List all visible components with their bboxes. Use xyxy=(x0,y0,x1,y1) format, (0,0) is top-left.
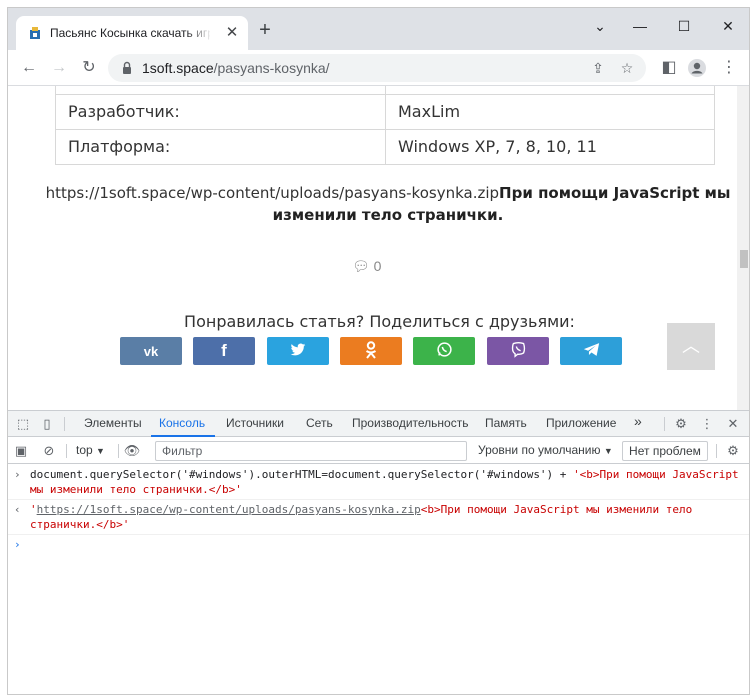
share-title: Понравилась статья? Поделиться с друзьям… xyxy=(184,312,575,331)
forward-arrow-icon[interactable]: → xyxy=(48,57,70,79)
share-twitter-button[interactable] xyxy=(267,337,329,365)
gear-icon[interactable]: ⚙ xyxy=(672,415,690,433)
page-viewport: Разработчик: MaxLim Платформа: Windows X… xyxy=(8,86,749,410)
browser-toolbar: ← → ↻ 1soft.space/pasyans-kosynka/ ⇪ ☆ ◧… xyxy=(8,50,749,86)
whatsapp-icon xyxy=(436,341,453,361)
console-output[interactable]: › document.querySelector('#windows').out… xyxy=(8,465,749,555)
inspect-element-icon[interactable]: ⬚ xyxy=(14,415,32,433)
new-tab-button[interactable]: + xyxy=(256,20,274,40)
issues-button[interactable]: Нет проблем xyxy=(622,441,708,461)
share-vk-button[interactable]: vk xyxy=(120,337,182,365)
close-tab-icon[interactable]: ✕ xyxy=(224,25,240,41)
devtools-menu-icon[interactable]: ⋮ xyxy=(698,415,716,433)
comments-count[interactable]: 💬︎ 0 xyxy=(352,258,381,275)
devtools-panel: ⬚ ▯ Элементы Консоль Источники Сеть Прои… xyxy=(8,410,749,694)
browser-tab[interactable]: Пасьянс Косынка скачать игру ✕ xyxy=(16,16,248,50)
side-panel-icon[interactable]: ◧ xyxy=(658,57,680,79)
table-row: Платформа: Windows XP, 7, 8, 10, 11 xyxy=(55,128,715,165)
telegram-icon xyxy=(583,342,600,360)
url-text: 1soft.space/pasyans-kosynka/ xyxy=(142,60,330,76)
bookmark-star-icon[interactable]: ☆ xyxy=(617,58,637,78)
tab-elements[interactable]: Элементы xyxy=(84,416,142,430)
table-row: Разработчик: MaxLim xyxy=(55,93,715,130)
console-result-link[interactable]: https://1soft.space/wp-content/uploads/p… xyxy=(37,503,421,516)
tab-application[interactable]: Приложение xyxy=(546,416,616,430)
profile-avatar-icon[interactable] xyxy=(686,57,708,79)
vk-icon: vk xyxy=(143,343,159,359)
download-link-paragraph: https://1soft.space/wp-content/uploads/p… xyxy=(38,182,738,226)
browser-menu-icon[interactable]: ⋮ xyxy=(718,57,740,79)
eye-icon[interactable]: 👁︎ xyxy=(123,442,141,460)
sidebar-toggle-icon[interactable]: ▣ xyxy=(12,442,30,460)
log-levels-dropdown[interactable]: Уровни по умолчанию ▼ xyxy=(478,443,613,457)
address-bar[interactable]: 1soft.space/pasyans-kosynka/ ⇪ ☆ xyxy=(108,54,646,82)
viber-icon xyxy=(510,341,527,361)
console-prompt[interactable]: › xyxy=(8,535,749,555)
table-cell-value: MaxLim xyxy=(385,93,715,130)
devtools-tab-bar: ⬚ ▯ Элементы Консоль Источники Сеть Прои… xyxy=(8,411,749,437)
more-tabs-button[interactable]: » xyxy=(634,413,642,429)
chevron-left-icon: ‹ xyxy=(14,503,21,516)
tab-memory[interactable]: Память xyxy=(485,416,527,430)
active-tab-indicator xyxy=(151,435,215,437)
table-cell-value: Windows XP, 7, 8, 10, 11 xyxy=(385,128,715,165)
share-telegram-button[interactable] xyxy=(560,337,622,365)
scroll-to-top-button[interactable]: ︿ xyxy=(667,323,715,370)
page-scrollbar[interactable] xyxy=(737,86,749,410)
minimize-button[interactable]: — xyxy=(625,14,655,38)
chevron-right-icon: › xyxy=(14,468,21,481)
twitter-icon xyxy=(290,343,306,360)
console-input-line: › document.querySelector('#windows').out… xyxy=(8,465,749,500)
tab-network[interactable]: Сеть xyxy=(306,416,333,430)
table-cell-label: Разработчик: xyxy=(55,93,386,130)
share-odnoklassniki-button[interactable] xyxy=(340,337,402,365)
back-arrow-icon[interactable]: ← xyxy=(18,57,40,79)
clear-console-icon[interactable]: ⊘ xyxy=(40,442,58,460)
maximize-button[interactable]: ☐ xyxy=(669,14,699,38)
close-window-button[interactable]: ✕ xyxy=(713,14,743,38)
device-toolbar-icon[interactable]: ▯ xyxy=(38,415,56,433)
dropdown-arrow-icon: ▼ xyxy=(603,446,613,456)
share-icon[interactable]: ⇪ xyxy=(588,58,608,78)
comment-icon: 💬︎ xyxy=(352,258,370,274)
site-favicon-icon xyxy=(30,27,40,39)
info-table: Разработчик: MaxLim Платформа: Windows X… xyxy=(55,86,715,165)
share-viber-button[interactable] xyxy=(487,337,549,365)
share-facebook-button[interactable]: f xyxy=(193,337,255,365)
chevron-up-icon: ︿ xyxy=(682,336,700,356)
close-devtools-icon[interactable]: ✕ xyxy=(724,415,742,433)
tab-console[interactable]: Консоль xyxy=(159,416,205,430)
reload-icon[interactable]: ↻ xyxy=(78,57,100,79)
facebook-icon: f xyxy=(221,341,227,360)
browser-window: Пасьянс Косынка скачать игру ✕ + ⌄ — ☐ ✕… xyxy=(7,7,750,695)
console-result-line: ‹ 'https://1soft.space/wp-content/upload… xyxy=(8,500,749,535)
dropdown-arrow-icon: ▼ xyxy=(96,446,105,456)
table-cell-label: Платформа: xyxy=(55,128,386,165)
prompt-chevron-icon: › xyxy=(14,538,21,551)
tab-performance[interactable]: Производительность xyxy=(352,416,468,430)
tab-strip: Пасьянс Косынка скачать игру ✕ + ⌄ — ☐ ✕ xyxy=(8,8,749,50)
console-toolbar: ▣ ⊘ top ▼ 👁︎ Фильтр Уровни по умолчанию … xyxy=(8,438,749,464)
tab-search-icon[interactable]: ⌄ xyxy=(585,14,615,38)
tab-sources[interactable]: Источники xyxy=(226,416,284,430)
scrollbar-thumb[interactable] xyxy=(740,250,748,268)
filter-input[interactable]: Фильтр xyxy=(155,441,467,461)
lock-icon xyxy=(123,61,131,74)
odnoklassniki-icon xyxy=(365,340,377,362)
context-selector[interactable]: top ▼ xyxy=(76,443,105,457)
console-settings-gear-icon[interactable]: ⚙ xyxy=(724,442,742,460)
download-link[interactable]: https://1soft.space/wp-content/uploads/p… xyxy=(46,184,499,202)
share-whatsapp-button[interactable] xyxy=(413,337,475,365)
